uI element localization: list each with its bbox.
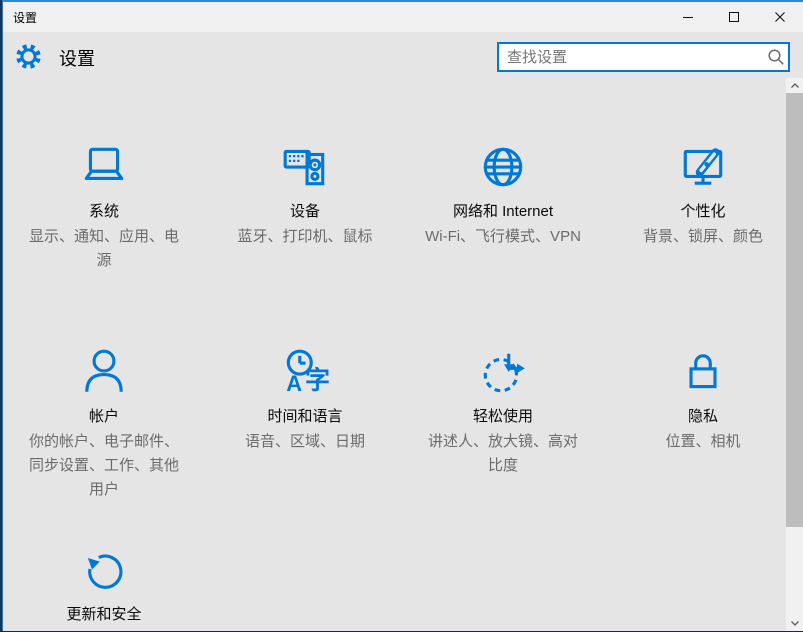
tile-subtitle: 语音、区域、日期 <box>225 430 385 454</box>
laptop-icon <box>9 142 199 192</box>
scrollbar-thumb[interactable] <box>786 93 803 527</box>
tile-time-language[interactable]: A 字 时间和语言 语音、区域、日期 <box>210 347 400 454</box>
close-icon <box>774 11 786 23</box>
tile-subtitle: Wi-Fi、飞行模式、VPN <box>423 225 583 249</box>
tile-personalization[interactable]: 个性化 背景、锁屏、颜色 <box>608 142 798 249</box>
user-icon <box>9 347 199 397</box>
window-border-left <box>0 0 3 632</box>
caption-buttons <box>665 2 803 32</box>
search-input[interactable] <box>499 49 764 66</box>
tile-devices[interactable]: 设备 蓝牙、打印机、鼠标 <box>210 142 400 249</box>
ease-of-access-icon <box>408 347 598 397</box>
scroll-up-button[interactable] <box>786 78 803 93</box>
tile-subtitle: 背景、锁屏、颜色 <box>623 225 783 249</box>
minimize-icon <box>682 11 694 23</box>
chevron-down-icon <box>790 620 800 627</box>
maximize-icon <box>728 11 740 23</box>
tile-network[interactable]: 网络和 Internet Wi-Fi、飞行模式、VPN <box>408 142 598 249</box>
tile-subtitle: 你的帐户、电子邮件、同步设置、工作、其他用户 <box>24 430 184 502</box>
window-title: 设置 <box>3 9 665 26</box>
tile-privacy[interactable]: 隐私 位置、相机 <box>608 347 798 454</box>
update-arrow-icon <box>9 545 199 595</box>
clock-language-icon: A 字 <box>210 347 400 397</box>
scroll-down-button[interactable] <box>786 616 803 631</box>
tile-subtitle: 位置、相机 <box>623 430 783 454</box>
scrollbar[interactable] <box>786 78 803 631</box>
tile-title: 更新和安全 <box>9 605 199 625</box>
window-border-top <box>0 0 803 2</box>
minimize-button[interactable] <box>665 2 711 32</box>
tile-subtitle: 显示、通知、应用、电源 <box>24 225 184 273</box>
tile-title: 网络和 Internet <box>408 202 598 222</box>
tile-title: 帐户 <box>9 407 199 427</box>
tile-title: 隐私 <box>608 407 798 427</box>
devices-icon <box>210 142 400 192</box>
page-title: 设置 <box>59 45 95 71</box>
close-button[interactable] <box>757 2 803 32</box>
tile-ease-of-access[interactable]: 轻松使用 讲述人、放大镜、高对比度 <box>408 347 598 478</box>
maximize-button[interactable] <box>711 2 757 32</box>
tile-title: 时间和语言 <box>210 407 400 427</box>
title-bar[interactable]: 设置 <box>3 2 803 32</box>
personalization-icon <box>608 142 798 192</box>
tile-title: 个性化 <box>608 202 798 222</box>
tile-title: 系统 <box>9 202 199 222</box>
tile-title: 设备 <box>210 202 400 222</box>
svg-text:字: 字 <box>305 366 330 395</box>
globe-icon <box>408 142 598 192</box>
tile-system[interactable]: 系统 显示、通知、应用、电源 <box>9 142 199 273</box>
settings-window: 设置 设置 <box>0 0 803 632</box>
tile-accounts[interactable]: 帐户 你的帐户、电子邮件、同步设置、工作、其他用户 <box>9 347 199 502</box>
tile-update-security[interactable]: 更新和安全 Windows 更新、恢复、备份 <box>9 545 199 632</box>
tile-subtitle: 蓝牙、打印机、鼠标 <box>225 225 385 249</box>
lock-icon <box>608 347 798 397</box>
tile-title: 轻松使用 <box>408 407 598 427</box>
chevron-up-icon <box>790 82 800 89</box>
tile-subtitle: 讲述人、放大镜、高对比度 <box>423 430 583 478</box>
gear-icon <box>15 43 42 70</box>
svg-text:A: A <box>286 371 302 396</box>
search-box <box>497 42 790 72</box>
search-icon[interactable] <box>764 48 788 66</box>
